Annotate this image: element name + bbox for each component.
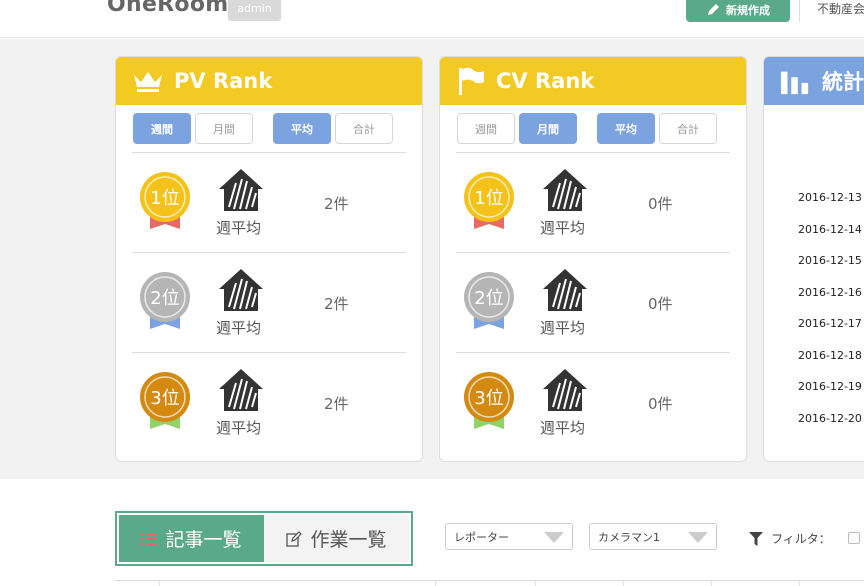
house-icon bbox=[543, 169, 587, 211]
user-role-badge: admin bbox=[228, 0, 281, 21]
cv-tabs: 週間 月間 平均 合計 bbox=[440, 105, 746, 144]
date-label: 2016-12-18 bbox=[798, 348, 862, 362]
pv-tab-weekly[interactable]: 週間 bbox=[133, 113, 191, 144]
rank-count: 0件 bbox=[648, 395, 673, 413]
date-label: 2016-12-16 bbox=[798, 285, 862, 299]
cv-rank-header: CV Rank bbox=[440, 57, 746, 105]
gold-medal-icon: 1位 bbox=[464, 172, 514, 229]
stats-title: 統計 bbox=[822, 70, 864, 94]
list-icon bbox=[141, 532, 158, 545]
list-item[interactable]: 2位 週平均 0件 bbox=[456, 253, 730, 353]
house-icon bbox=[543, 369, 587, 411]
chevron-down-icon bbox=[544, 532, 564, 543]
pv-rank-title: PV Rank bbox=[174, 69, 273, 93]
cv-rank-card: CV Rank 週間 月間 平均 合計 1位 週平均 0件 2位 週平均 0件 … bbox=[439, 56, 747, 462]
pv-tabs: 週間 月間 平均 合計 bbox=[116, 105, 422, 144]
tab-articles[interactable]: 記事一覧 bbox=[119, 515, 264, 562]
rank-count: 2件 bbox=[324, 195, 349, 213]
new-post-label: 新規作成 bbox=[726, 4, 770, 17]
house-label: 週平均 bbox=[216, 219, 262, 237]
list-item[interactable]: 1位 週平均 2件 bbox=[132, 153, 406, 253]
house-label: 週平均 bbox=[540, 219, 586, 237]
house-icon bbox=[219, 269, 263, 311]
rank-count: 0件 bbox=[648, 295, 673, 313]
pencil-icon bbox=[708, 4, 719, 15]
chevron-down-icon bbox=[688, 532, 708, 543]
filter-control[interactable]: フィルタ： bbox=[749, 530, 831, 547]
gold-medal-icon: 1位 bbox=[140, 172, 190, 229]
house-label: 週平均 bbox=[216, 319, 262, 337]
filter-icon bbox=[749, 531, 763, 546]
cv-rank-list: 1位 週平均 0件 2位 週平均 0件 3位 週平均 0件 bbox=[456, 152, 730, 453]
header-divider bbox=[799, 0, 800, 22]
reporter-select[interactable]: レポーター bbox=[445, 523, 573, 550]
house-icon bbox=[543, 269, 587, 311]
date-label: 2016-12-17 bbox=[798, 317, 862, 330]
company-menu[interactable]: 不動産会 bbox=[817, 0, 864, 17]
cv-rank-title: CV Rank bbox=[496, 69, 595, 93]
stats-date-list: 2016-12-13 2016-12-14 2016-12-15 2016-12… bbox=[798, 187, 862, 439]
tab-tasks[interactable]: 作業一覧 bbox=[264, 515, 409, 562]
list-item[interactable]: 1位 週平均 0件 bbox=[456, 153, 730, 253]
filter-checkbox[interactable] bbox=[848, 532, 860, 544]
cv-tab-monthly[interactable]: 月間 bbox=[519, 113, 577, 144]
list-item[interactable]: 3位 週平均 0件 bbox=[456, 353, 730, 453]
silver-medal-icon: 2位 bbox=[140, 272, 190, 329]
date-label: 2016-12-14 bbox=[798, 222, 862, 236]
cv-tab-average[interactable]: 平均 bbox=[597, 113, 655, 144]
camera-select[interactable]: カメラマン1 bbox=[589, 523, 717, 550]
date-label: 2016-12-20 bbox=[798, 411, 862, 425]
pv-rank-header: PV Rank bbox=[116, 57, 422, 105]
house-icon bbox=[219, 369, 263, 411]
house-icon bbox=[219, 169, 263, 211]
rank-label: 3位 bbox=[474, 388, 503, 409]
bar-chart-icon bbox=[780, 71, 809, 95]
pv-tab-monthly[interactable]: 月間 bbox=[195, 113, 253, 144]
house-label: 週平均 bbox=[540, 319, 586, 337]
rank-count: 0件 bbox=[648, 195, 673, 213]
rank-label: 1位 bbox=[474, 188, 503, 209]
rank-label: 2位 bbox=[474, 288, 503, 309]
list-item[interactable]: 3位 週平均 2件 bbox=[132, 353, 406, 453]
cv-tab-weekly[interactable]: 週間 bbox=[457, 113, 515, 144]
camera-select-value: カメラマン1 bbox=[598, 530, 660, 544]
house-label: 週平均 bbox=[216, 419, 262, 437]
list-item[interactable]: 2位 週平均 2件 bbox=[132, 253, 406, 353]
reporter-select-value: レポーター bbox=[454, 530, 509, 544]
list-switcher: 記事一覧 作業一覧 bbox=[115, 511, 413, 566]
house-label: 週平均 bbox=[540, 419, 586, 437]
date-label: 2016-12-19 bbox=[798, 380, 862, 393]
silver-medal-icon: 2位 bbox=[464, 272, 514, 329]
pv-tab-total[interactable]: 合計 bbox=[335, 113, 393, 144]
edit-icon bbox=[286, 530, 303, 547]
bronze-medal-icon: 3位 bbox=[140, 372, 190, 429]
pv-rank-card: PV Rank 週間 月間 平均 合計 1位 週平均 2件 2位 週平均 2件 … bbox=[115, 56, 423, 462]
stats-card: 統計 2016-12-13 2016-12-14 2016-12-15 2016… bbox=[763, 56, 864, 462]
app-logo[interactable]: OneRoom bbox=[107, 0, 228, 17]
pv-rank-list: 1位 週平均 2件 2位 週平均 2件 3位 週平均 2件 bbox=[132, 152, 406, 453]
rank-label: 3位 bbox=[150, 388, 179, 409]
pv-tab-average[interactable]: 平均 bbox=[273, 113, 331, 144]
date-label: 2016-12-15 bbox=[798, 254, 862, 267]
flag-icon bbox=[459, 67, 484, 95]
filter-label: フィルタ： bbox=[771, 532, 831, 546]
new-post-button[interactable]: 新規作成 bbox=[686, 0, 790, 22]
stats-header: 統計 bbox=[764, 57, 864, 105]
table-header bbox=[115, 580, 864, 586]
crown-icon bbox=[134, 72, 162, 92]
tab-articles-label: 記事一覧 bbox=[165, 529, 242, 551]
tab-tasks-label: 作業一覧 bbox=[310, 529, 387, 551]
top-bar: OneRoom admin 新規作成 不動産会 bbox=[0, 0, 864, 38]
date-label: 2016-12-13 bbox=[798, 191, 862, 204]
rank-count: 2件 bbox=[324, 395, 349, 413]
rank-label: 2位 bbox=[150, 288, 179, 309]
rank-label: 1位 bbox=[150, 188, 179, 209]
rank-count: 2件 bbox=[324, 295, 349, 313]
cv-tab-total[interactable]: 合計 bbox=[659, 113, 717, 144]
bronze-medal-icon: 3位 bbox=[464, 372, 514, 429]
